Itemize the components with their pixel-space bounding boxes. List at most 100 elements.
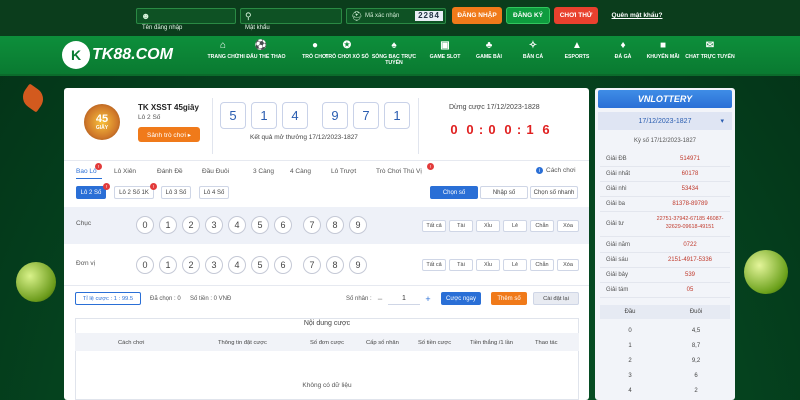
number-ball[interactable]: 9	[349, 216, 367, 234]
number-ball[interactable]: 2	[182, 256, 200, 274]
lottery-icon: ✪	[342, 40, 352, 51]
game-title: TK XSST 45giây	[138, 103, 199, 112]
tab-danh-de[interactable]: Đánh Đề	[157, 168, 183, 175]
captcha-image[interactable]: 2284	[415, 11, 443, 21]
tail-cell: 4,5	[691, 328, 701, 334]
filter-big-tens[interactable]: Tài	[449, 220, 473, 232]
filter-even-tens[interactable]: Chẵn	[530, 220, 554, 232]
result-ball: 9	[322, 102, 348, 129]
register-button[interactable]: ĐĂNG KÝ	[506, 7, 550, 24]
lobby-button[interactable]: Sảnh trò chơi ▸	[138, 127, 200, 142]
mode-select-number[interactable]: Chọn số	[430, 186, 478, 199]
subtab-lo-4-so[interactable]: Lô 4 Số	[199, 186, 229, 199]
countdown-digit: 0	[504, 121, 512, 137]
captcha-input[interactable]: ⛑ Mã xác nhận 2284	[346, 8, 446, 24]
increment-button[interactable]: +	[422, 292, 434, 305]
period-select[interactable]: 17/12/2023-1827 ▾	[598, 112, 732, 130]
nav-label: BẮN CÁ	[522, 54, 544, 60]
result-ball: 1	[251, 102, 277, 129]
col-header: Cách chơi	[118, 340, 145, 346]
tab-bao-lo[interactable]: Bao Lô	[76, 168, 97, 175]
tab-lo-xien[interactable]: Lô Xiên	[114, 168, 136, 175]
number-ball[interactable]: 2	[182, 216, 200, 234]
new-badge-icon: !	[427, 163, 434, 170]
filter-odd-tens[interactable]: Lẻ	[503, 220, 527, 232]
tab-3-cang[interactable]: 3 Càng	[253, 168, 274, 175]
login-button[interactable]: ĐĂNG NHẬP	[452, 7, 502, 24]
number-ball[interactable]: 1	[159, 216, 177, 234]
number-ball[interactable]: 6	[274, 216, 292, 234]
subtab-lo-2-so-1k[interactable]: Lô 2 Số 1K	[114, 186, 154, 199]
head-col-header: Đầu	[624, 309, 636, 315]
number-ball[interactable]: 3	[205, 216, 223, 234]
bet-now-button[interactable]: Cược ngay	[441, 292, 481, 305]
tab-tro-choi-thu-vi[interactable]: Trò Chơi Thú Vị	[376, 168, 422, 175]
filter-small-units[interactable]: Xỉu	[476, 259, 500, 271]
number-ball[interactable]: 7	[303, 216, 321, 234]
mode-input-number[interactable]: Nhập số	[480, 186, 528, 199]
nav-livechat[interactable]: ✉ CHAT TRỰC TUYẾN	[680, 40, 740, 74]
divider	[418, 98, 419, 154]
tail-cell: 8,7	[691, 343, 701, 349]
number-ball[interactable]: 0	[136, 216, 154, 234]
subtab-lo-3-so[interactable]: Lô 3 Số	[161, 186, 191, 199]
number-ball[interactable]: 3	[205, 256, 223, 274]
prize-name: Giải tám	[606, 287, 629, 293]
badge-number: 45	[95, 113, 109, 125]
col-header: Thông tin đặt cược	[218, 340, 267, 346]
brand-logo[interactable]: K TK88.COM	[62, 40, 190, 70]
number-ball[interactable]: 0	[136, 256, 154, 274]
tab-4-cang[interactable]: 4 Càng	[290, 168, 311, 175]
game-badge: 45 GIÂY	[84, 104, 120, 140]
filter-even-units[interactable]: Chẵn	[530, 259, 554, 271]
nav-sports[interactable]: ⚽ THI ĐẤU THỂ THAO	[234, 40, 288, 74]
prize-name: Giải nhì	[606, 186, 627, 192]
mode-quick-select[interactable]: Chọn số nhanh	[530, 186, 578, 199]
prize-name: Giải bảy	[606, 272, 629, 278]
filter-small-tens[interactable]: Xỉu	[476, 220, 500, 232]
filter-all-tens[interactable]: Tất cả	[422, 220, 446, 232]
col-header: Số đơn cược	[310, 340, 345, 346]
password-input[interactable]: ⚲	[240, 8, 342, 24]
add-number-button[interactable]: Thêm số	[491, 292, 527, 305]
row-label-units: Đơn vị	[76, 260, 96, 267]
new-badge-icon: !	[150, 183, 157, 190]
forgot-password-link[interactable]: Quên mật khẩu?	[605, 7, 669, 24]
how-to-play-link[interactable]: Cách chơi	[546, 167, 576, 174]
number-ball[interactable]: 7	[303, 256, 321, 274]
number-ball[interactable]: 9	[349, 256, 367, 274]
number-ball[interactable]: 6	[274, 256, 292, 274]
username-input[interactable]: ☻	[136, 8, 236, 24]
tab-lo-truot[interactable]: Lô Trượt	[331, 168, 356, 175]
prize-value: 60178	[681, 171, 699, 177]
decrement-button[interactable]: −	[374, 292, 386, 305]
reset-button[interactable]: Cài đặt lại	[533, 292, 579, 305]
multiplier-input[interactable]: 1	[388, 292, 420, 305]
number-ball[interactable]: 4	[228, 216, 246, 234]
username-label: Tên đăng nhập	[142, 25, 183, 31]
leaf-decoration	[18, 83, 48, 113]
subtab-lo-2-so[interactable]: Lô 2 Số	[76, 186, 106, 199]
divider	[64, 285, 589, 286]
info-icon: i	[536, 167, 543, 174]
prize-value: 539	[684, 272, 695, 278]
tab-dau-duoi[interactable]: Đầu Đuôi	[202, 168, 229, 175]
filter-big-units[interactable]: Tài	[449, 259, 473, 271]
number-ball[interactable]: 1	[159, 256, 177, 274]
number-ball[interactable]: 8	[326, 256, 344, 274]
number-ball[interactable]: 5	[251, 256, 269, 274]
vnlottery-logo: VNLOTTERY	[598, 90, 732, 108]
filter-odd-units[interactable]: Lẻ	[503, 259, 527, 271]
number-ball[interactable]: 5	[251, 216, 269, 234]
nav-casino[interactable]: ♠ SÒNG BẠC TRỰC TUYẾN	[368, 40, 420, 74]
number-ball[interactable]: 8	[326, 216, 344, 234]
countdown-sep: :	[516, 121, 522, 137]
selected-count: Đã chọn : 0	[150, 296, 181, 302]
filter-clear-units[interactable]: Xóa	[557, 259, 579, 271]
nav-lottery[interactable]: ✪ TRÒ CHƠI XỔ SỐ	[324, 40, 370, 74]
filter-clear-tens[interactable]: Xóa	[557, 220, 579, 232]
trial-button[interactable]: CHƠI THỬ	[554, 7, 598, 24]
number-ball[interactable]: 4	[228, 256, 246, 274]
filter-all-units[interactable]: Tất cả	[422, 259, 446, 271]
prize-row: Giải tám 05	[600, 283, 730, 298]
